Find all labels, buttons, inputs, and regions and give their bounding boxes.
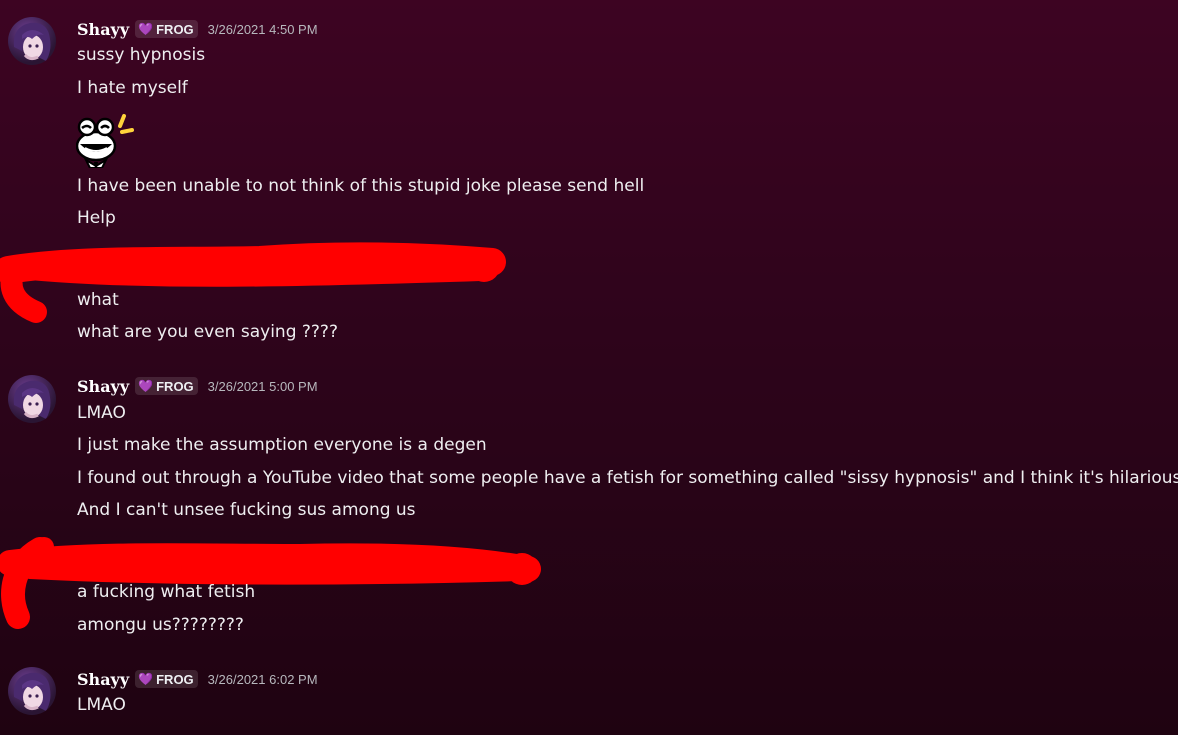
frog-emoji-icon xyxy=(75,110,136,169)
avatar-icon xyxy=(13,380,51,419)
message-text: I have been unable to not think of this … xyxy=(77,176,645,196)
user-avatar[interactable] xyxy=(8,375,56,423)
username[interactable]: Shayy xyxy=(77,670,129,689)
user-avatar[interactable] xyxy=(8,17,56,65)
avatar-icon xyxy=(13,22,51,61)
guild-tag[interactable]: 💜 FROG xyxy=(135,377,198,395)
message-text: sussy hypnosis xyxy=(77,45,206,65)
guild-tag-label: FROG xyxy=(156,21,194,37)
message-header: Shayy 💜 FROG 3/26/2021 5:00 PM xyxy=(77,375,318,397)
message-header: Shayy 💜 FROG 3/26/2021 6:02 PM xyxy=(77,668,318,690)
message-text: what are you even saying ???? xyxy=(77,322,338,342)
guild-tag[interactable]: 💜 FROG xyxy=(135,670,198,688)
message-text: what xyxy=(77,290,119,310)
timestamp[interactable]: 3/26/2021 6:02 PM xyxy=(208,672,318,687)
message-text: LMAO xyxy=(77,403,126,423)
guild-tag-label: FROG xyxy=(156,378,194,394)
guild-tag-label: FROG xyxy=(156,671,194,687)
chat-message-list: Shayy 💜 FROG 3/26/2021 4:50 PM sussy hyp… xyxy=(0,0,1178,735)
message-text: I found out through a YouTube video that… xyxy=(77,468,1178,488)
message-text: And I can't unsee fucking sus among us xyxy=(77,500,416,520)
message-header: Shayy 💜 FROG 3/26/2021 4:50 PM xyxy=(77,18,318,40)
message-text: Help xyxy=(77,208,116,228)
message-text: LMAO xyxy=(77,695,126,715)
message-text: a fucking what fetish xyxy=(77,582,256,602)
username[interactable]: Shayy xyxy=(77,377,129,396)
heart-icon: 💜 xyxy=(138,379,154,393)
heart-icon: 💜 xyxy=(138,22,154,36)
timestamp[interactable]: 3/26/2021 4:50 PM xyxy=(208,22,318,37)
timestamp[interactable]: 3/26/2021 5:00 PM xyxy=(208,379,318,394)
message-text: amongu us???????? xyxy=(77,615,244,635)
message-text: I hate myself xyxy=(77,78,188,98)
avatar-icon xyxy=(13,672,51,711)
redaction-scribble xyxy=(0,242,506,323)
username[interactable]: Shayy xyxy=(77,20,129,39)
message-text: I just make the assumption everyone is a… xyxy=(77,435,487,455)
guild-tag[interactable]: 💜 FROG xyxy=(135,20,198,38)
user-avatar[interactable] xyxy=(8,667,56,715)
heart-icon: 💜 xyxy=(138,672,154,686)
